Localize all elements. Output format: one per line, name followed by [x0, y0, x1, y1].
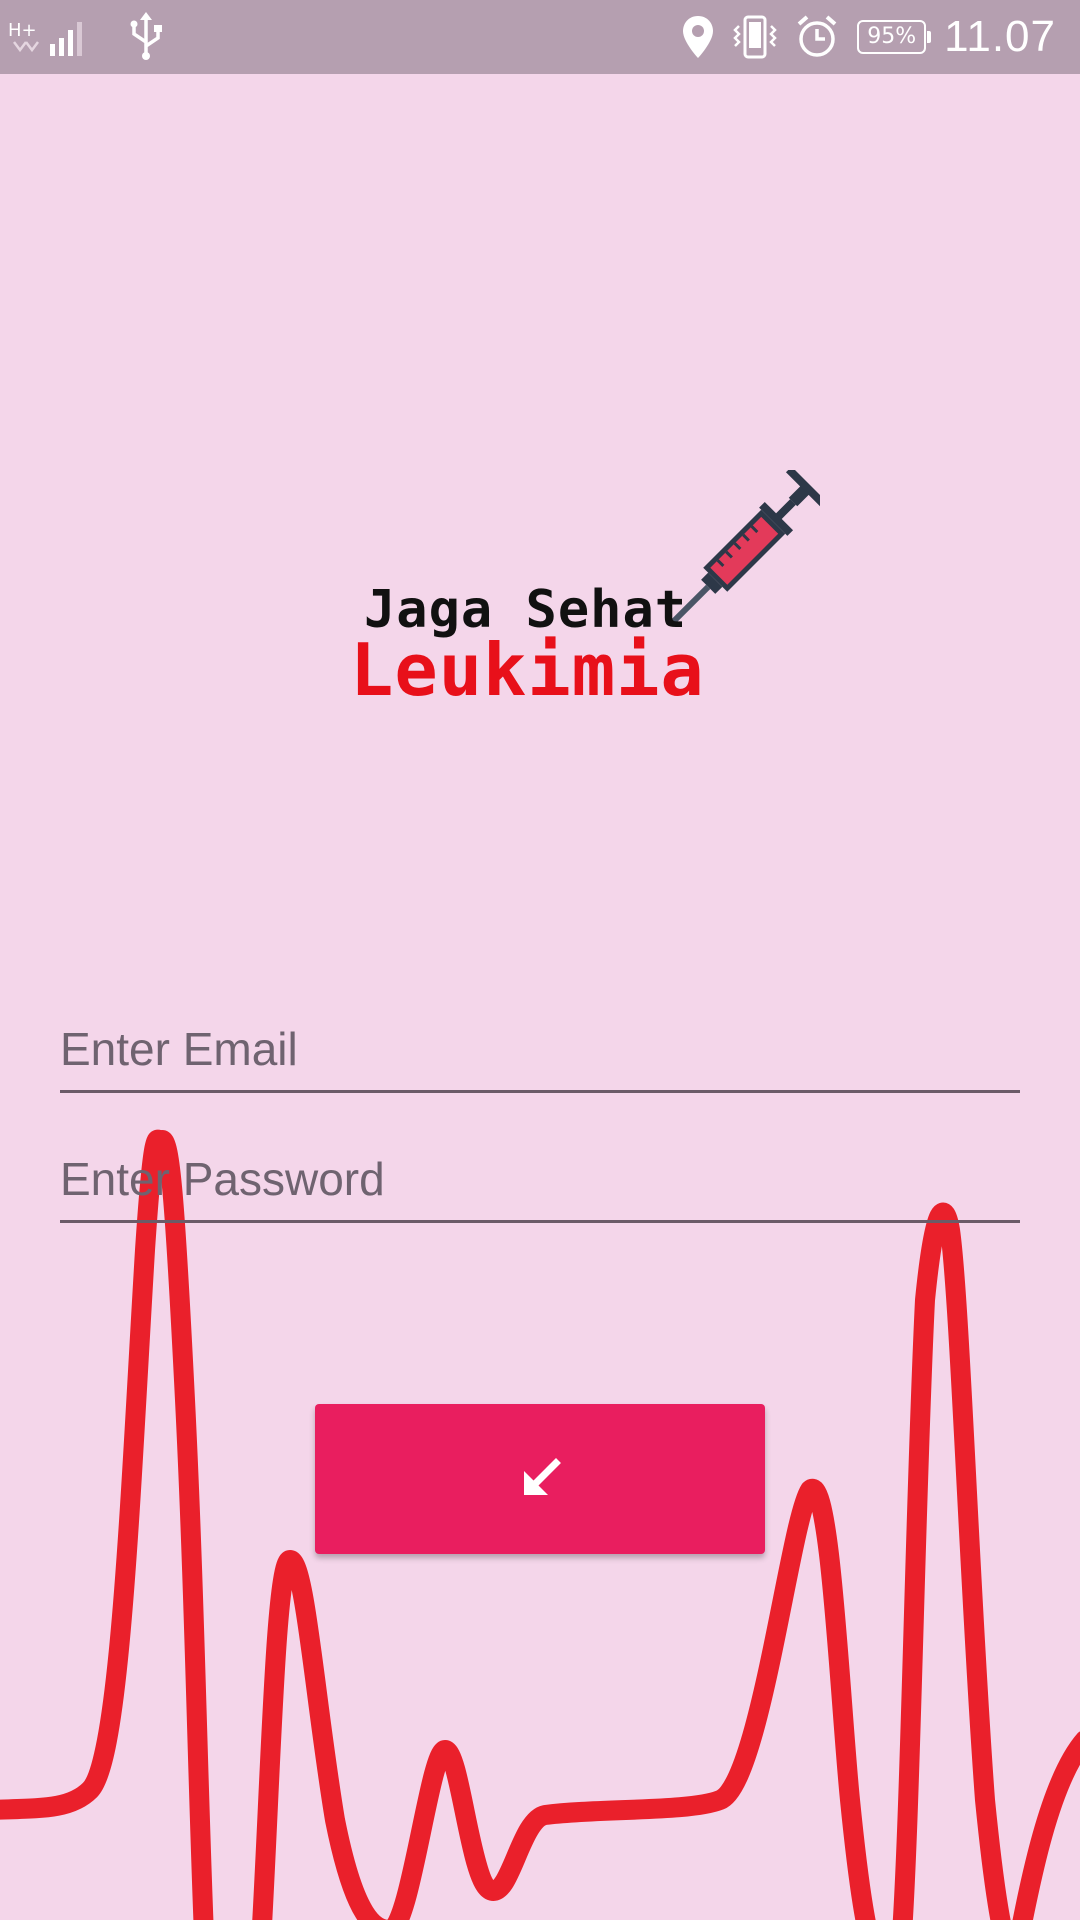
- clock: 11.07: [944, 12, 1056, 61]
- arrow-down-left-icon: [524, 1458, 561, 1495]
- signal-icon: H+: [8, 12, 104, 62]
- logo-title-line2: Leukimia: [350, 628, 705, 712]
- status-bar: H+ 95% 11.07: [0, 0, 1080, 74]
- usb-icon: [126, 12, 166, 62]
- password-field: [60, 1120, 1020, 1223]
- vibrate-icon: [733, 14, 778, 60]
- network-type-label: H+: [8, 20, 37, 41]
- password-input[interactable]: [60, 1152, 1020, 1206]
- battery-level: 95%: [867, 24, 917, 49]
- email-field: [60, 990, 1020, 1093]
- login-screen: H+ 95% 11.07 Jaga Sehat Leukimia Enter E…: [0, 0, 1080, 1920]
- location-icon: [681, 14, 715, 60]
- heartbeat-line-decoration: [0, 1129, 1080, 1920]
- app-logo: Jaga Sehat Leukimia: [340, 470, 820, 712]
- email-input[interactable]: [60, 1022, 1020, 1076]
- login-button[interactable]: [315, 1404, 765, 1554]
- battery-icon: 95%: [857, 20, 932, 54]
- alarm-icon: [795, 14, 839, 60]
